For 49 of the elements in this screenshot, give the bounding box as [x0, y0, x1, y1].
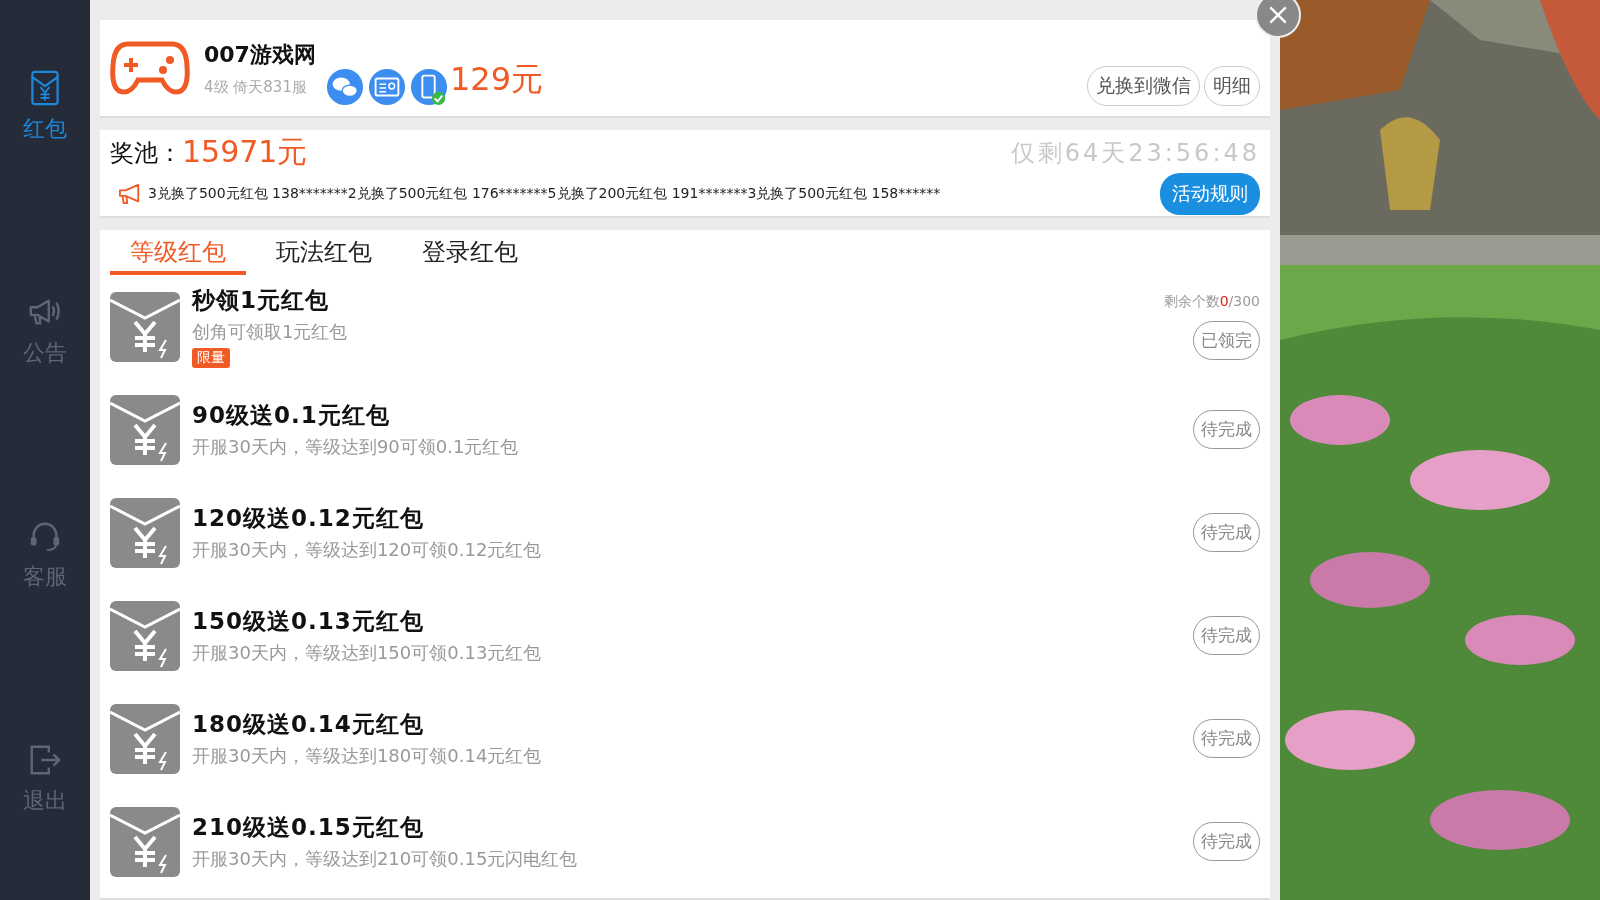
sidebar-item[interactable]: 退出 [23, 742, 67, 816]
id-card-icon [367, 68, 406, 106]
ticker-text: 3兑换了500元红包 138*******2兑换了500元红包 176*******5兑换了200元红包 191*******3兑换了500元红包 158****** [148, 185, 941, 203]
envelope-icon [110, 703, 180, 774]
status-button[interactable]: 已领完 [1193, 321, 1260, 360]
pool-label: 奖池： [110, 137, 182, 169]
tab[interactable]: 玩法红包 [256, 234, 392, 275]
sidebar-item[interactable]: 公告 [23, 294, 67, 368]
status-button[interactable]: 待完成 [1193, 513, 1260, 552]
pill-button[interactable]: 兑换到微信 [1087, 66, 1200, 106]
pill-button[interactable]: 明细 [1204, 66, 1260, 106]
chat-icon [325, 68, 364, 106]
close-icon [1267, 4, 1289, 26]
limited-tag: 限量 [192, 348, 230, 368]
status-button[interactable]: 待完成 [1193, 719, 1260, 758]
reward-description: 开服30天内，等级达到180可领0.14元红包 [192, 744, 542, 768]
envelope-icon [28, 70, 62, 106]
reward-description: 开服30天内，等级达到210可领0.15元闪电红包 [192, 847, 578, 871]
rules-button[interactable]: 活动规则 [1160, 173, 1260, 215]
reward-description: 创角可领取1元红包 [192, 320, 348, 344]
sidebar-item[interactable]: 红包 [23, 70, 67, 144]
reward-description: 开服30天内，等级达到150可领0.13元红包 [192, 641, 542, 665]
envelope-icon [110, 497, 180, 568]
reward-title: 150级送0.13元红包 [192, 607, 424, 636]
account-info: 4级 倚天831服 [204, 77, 308, 97]
reward-title: 210级送0.15元红包 [192, 813, 424, 842]
remaining-count: 0 [1219, 293, 1229, 309]
reward-title: 120级送0.12元红包 [192, 504, 424, 533]
status-button[interactable]: 待完成 [1193, 410, 1260, 449]
reward-title: 秒领1元红包 [192, 286, 329, 315]
tab[interactable]: 等级红包 [110, 234, 246, 275]
envelope-icon [110, 806, 180, 877]
remaining-total: /300 [1228, 293, 1260, 309]
reward-title: 180级送0.14元红包 [192, 710, 424, 739]
tab[interactable]: 登录红包 [402, 234, 538, 275]
account-name: 007游戏网 [204, 40, 316, 69]
envelope-icon [110, 394, 180, 465]
status-button[interactable]: 待完成 [1193, 616, 1260, 655]
envelope-icon [110, 291, 180, 362]
reward-title: 90级送0.1元红包 [192, 401, 390, 430]
megaphone-icon [118, 183, 142, 205]
balance-amount: 129元 [449, 59, 543, 100]
pool-amount: 15971元 [182, 133, 308, 171]
remaining-label: 剩余个数 [1163, 293, 1220, 309]
reward-description: 开服30天内，等级达到90可领0.1元红包 [192, 435, 519, 459]
sidebar-item[interactable]: 客服 [23, 518, 67, 592]
envelope-icon [110, 600, 180, 671]
status-button[interactable]: 待完成 [1193, 822, 1260, 861]
reward-description: 开服30天内，等级达到120可领0.12元红包 [192, 538, 542, 562]
